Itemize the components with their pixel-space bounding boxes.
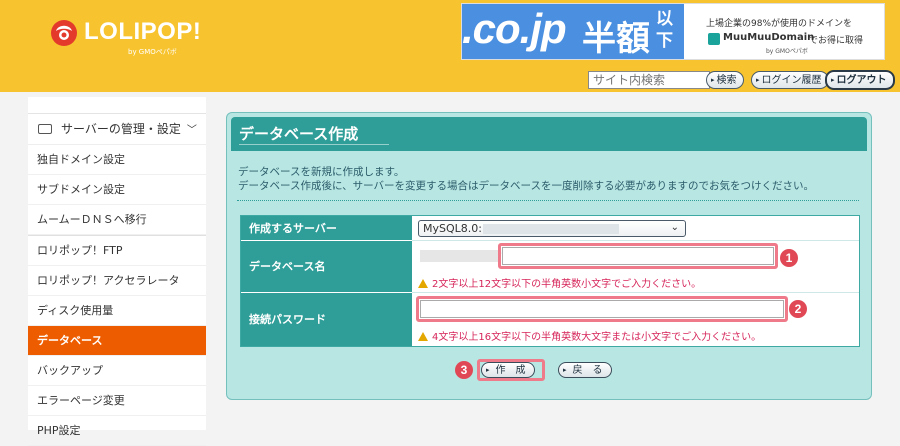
sidebar-item-accelerator[interactable]: ロリポップ！アクセラレータ bbox=[28, 266, 206, 296]
sidebar-top-spacer bbox=[28, 97, 206, 114]
page-title: データベース作成 bbox=[239, 125, 359, 143]
sidebar-item-custom-domain[interactable]: 独自ドメイン設定 bbox=[28, 145, 206, 175]
sidebar-item-subdomain[interactable]: サブドメイン設定 bbox=[28, 175, 206, 205]
arrow-right-icon: ▸ bbox=[756, 76, 760, 84]
dbname-hint-text: 2文字以上12文字以下の半角英数小文字でご入力ください。 bbox=[432, 279, 702, 290]
logo-text: LOLIPOP! bbox=[84, 18, 202, 45]
banner-brand-tail: でお得に取得 bbox=[809, 36, 864, 46]
banner-half-price: 半額 bbox=[582, 19, 650, 59]
warning-icon bbox=[418, 332, 428, 341]
server-icon bbox=[38, 124, 52, 134]
banner-right: 上場企業の98%が使用のドメインを MuuMuuDomain でお得に取得 by… bbox=[686, 4, 884, 59]
dbname-hint: 2文字以上12文字以下の半角英数小文字でご入力ください。 bbox=[418, 275, 701, 290]
arrow-right-icon: ▸ bbox=[486, 366, 490, 374]
login-history-label: ログイン履歴 bbox=[761, 75, 822, 86]
sidebar-item-ftp[interactable]: ロリポップ！FTP bbox=[28, 236, 206, 266]
server-label: 作成するサーバー bbox=[241, 216, 412, 241]
create-button[interactable]: ▸ 作 成 bbox=[481, 362, 535, 378]
server-select-value: MySQL8.0: bbox=[423, 222, 482, 235]
muumuu-logo-icon bbox=[708, 33, 720, 45]
dbname-prefix-blurred bbox=[420, 250, 500, 262]
password-input[interactable] bbox=[420, 300, 784, 318]
arrow-right-icon: ▸ bbox=[563, 366, 567, 374]
arrow-right-icon: ▸ bbox=[831, 76, 835, 84]
database-create-panel: データベース作成 データベースを新規に作成します。 データベース作成後に、サーバ… bbox=[226, 112, 872, 400]
dotted-divider bbox=[237, 200, 859, 201]
banner-brand: MuuMuuDomain bbox=[723, 32, 815, 43]
logo-sub: by GMOペパボ bbox=[128, 48, 177, 56]
search-button-label: 検索 bbox=[716, 75, 737, 86]
banner-left: .co.jp 半額 以下 bbox=[462, 4, 684, 59]
panel-description: データベースを新規に作成します。 データベース作成後に、サーバーを変更する場合は… bbox=[238, 165, 814, 193]
chevron-down-icon: ⌄ bbox=[670, 222, 679, 233]
dbname-input[interactable] bbox=[502, 247, 774, 265]
server-select[interactable]: MySQL8.0: ⌄ bbox=[418, 220, 686, 237]
banner-domain-text: .co.jp bbox=[462, 5, 567, 52]
badge-2: 2 bbox=[789, 300, 807, 318]
sidebar-item-error-page[interactable]: エラーページ変更 bbox=[28, 386, 206, 416]
database-form: 作成するサーバー MySQL8.0: ⌄ データベース名 - 2文字以上12文字… bbox=[240, 215, 860, 347]
banner-brand-sub: by GMOペパボ bbox=[766, 48, 808, 55]
desc-line-1: データベースを新規に作成します。 bbox=[238, 166, 405, 178]
login-history-button[interactable]: ▸ ログイン履歴 bbox=[751, 71, 829, 89]
sidebar: サーバーの管理・設定 ﹀ 独自ドメイン設定 サブドメイン設定 ムームーＤＮＳへ移行… bbox=[28, 97, 206, 446]
site-search-input[interactable] bbox=[588, 71, 710, 89]
server-select-blurred bbox=[483, 224, 619, 234]
sidebar-group-server-settings[interactable]: サーバーの管理・設定 ﹀ bbox=[28, 114, 206, 145]
lollipop-logo-icon bbox=[51, 20, 77, 46]
password-label: 接続パスワード bbox=[241, 293, 412, 346]
chevron-down-icon: ﹀ bbox=[186, 125, 197, 136]
title-underline bbox=[239, 144, 389, 145]
dbname-label: データベース名 bbox=[241, 241, 412, 293]
banner-line1: 上場企業の98%が使用のドメインを bbox=[706, 19, 853, 29]
sidebar-item-php-settings[interactable]: PHP設定 bbox=[28, 416, 206, 446]
search-button[interactable]: ▸ 検索 bbox=[706, 71, 744, 89]
arrow-right-icon: ▸ bbox=[711, 76, 715, 84]
sidebar-item-muumuu-dns[interactable]: ムームーＤＮＳへ移行 bbox=[28, 205, 206, 235]
back-button-label: 戻 る bbox=[572, 365, 603, 376]
badge-1: 1 bbox=[780, 249, 798, 267]
sidebar-item-backup[interactable]: バックアップ bbox=[28, 356, 206, 386]
desc-line-2: データベース作成後に、サーバーを変更する場合はデータベースを一度削除する必要があ… bbox=[238, 180, 815, 192]
logout-label: ログアウト bbox=[836, 75, 887, 86]
banner-ika: 以下 bbox=[656, 9, 673, 51]
panel-header: データベース作成 bbox=[231, 117, 867, 151]
sidebar-item-disk-usage[interactable]: ディスク使用量 bbox=[28, 296, 206, 326]
back-button[interactable]: ▸ 戻 る bbox=[558, 362, 612, 378]
password-hint: 4文字以上16文字以下の半角英数大文字または小文字でご入力ください。 bbox=[418, 328, 761, 343]
badge-3: 3 bbox=[455, 361, 473, 379]
sidebar-item-database[interactable]: データベース bbox=[28, 326, 206, 356]
password-hint-text: 4文字以上16文字以下の半角英数大文字または小文字でご入力ください。 bbox=[432, 332, 762, 343]
ad-banner[interactable]: .co.jp 半額 以下 上場企業の98%が使用のドメインを MuuMuuDom… bbox=[461, 3, 885, 60]
sidebar-group-label: サーバーの管理・設定 bbox=[61, 122, 181, 136]
header: LOLIPOP! by GMOペパボ .co.jp 半額 以下 上場企業の98%… bbox=[0, 0, 900, 92]
warning-icon bbox=[418, 279, 428, 288]
create-button-label: 作 成 bbox=[495, 365, 526, 376]
server-value-cell: MySQL8.0: ⌄ bbox=[412, 216, 859, 241]
logout-button[interactable]: ▸ ログアウト bbox=[825, 70, 895, 90]
